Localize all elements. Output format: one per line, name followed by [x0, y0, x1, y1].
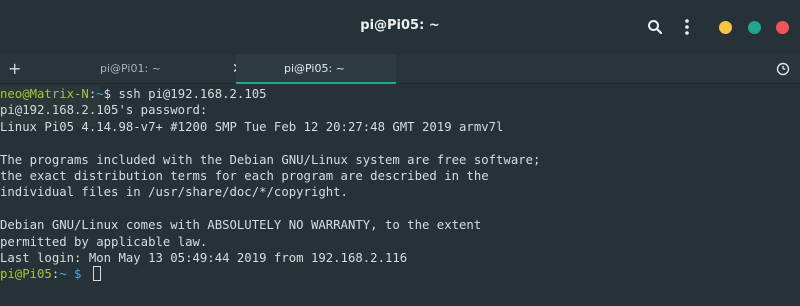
- title-bar: pi@Pi05: ~: [0, 0, 800, 54]
- terminal-cursor[interactable]: [92, 266, 101, 282]
- tab-bar: + pi@Pi01: ~ ✕ pi@Pi05: ~: [0, 54, 800, 84]
- terminal-output[interactable]: neo@Matrix-N:~$ ssh pi@192.168.2.105 pi@…: [0, 86, 800, 306]
- prompt-user: pi@Pi05: [0, 267, 52, 282]
- search-icon[interactable]: [644, 16, 666, 38]
- terminal-line: pi@Pi05:~ $: [0, 266, 800, 282]
- terminal-line: individual files in /usr/share/doc/*/cop…: [0, 185, 348, 200]
- new-tab-button[interactable]: +: [8, 54, 21, 84]
- terminal-line: Debian GNU/Linux comes with ABSOLUTELY N…: [0, 218, 482, 233]
- maximize-button[interactable]: [748, 21, 761, 34]
- terminal-line: pi@192.168.2.105's password:: [0, 103, 208, 118]
- tab-label: pi@Pi01: ~: [100, 62, 161, 75]
- prompt-dollar: $: [66, 267, 89, 282]
- tab-label: pi@Pi05: ~: [284, 62, 345, 75]
- menu-icon[interactable]: [676, 16, 698, 38]
- clock-icon[interactable]: [776, 62, 790, 76]
- tab-pi01[interactable]: + pi@Pi01: ~ ✕: [0, 54, 244, 84]
- terminal-line: Last login: Mon May 13 05:49:44 2019 fro…: [0, 250, 408, 265]
- close-button[interactable]: [776, 21, 789, 34]
- background-artifact: [0, 86, 100, 126]
- terminal-line: neo@Matrix-N:~$ ssh pi@192.168.2.105: [0, 86, 800, 102]
- terminal-line: permitted by applicable law.: [0, 234, 208, 249]
- terminal-line: the exact distribution terms for each pr…: [0, 168, 489, 183]
- terminal-line: Linux Pi05 4.14.98-v7+ #1200 SMP Tue Feb…: [0, 119, 504, 134]
- prompt-path: ~: [59, 267, 67, 282]
- tab-pi05[interactable]: pi@Pi05: ~: [236, 54, 396, 84]
- terminal-line: The programs included with the Debian GN…: [0, 152, 541, 167]
- command-text: $ ssh pi@192.168.2.105: [103, 87, 267, 101]
- minimize-button[interactable]: [719, 21, 732, 34]
